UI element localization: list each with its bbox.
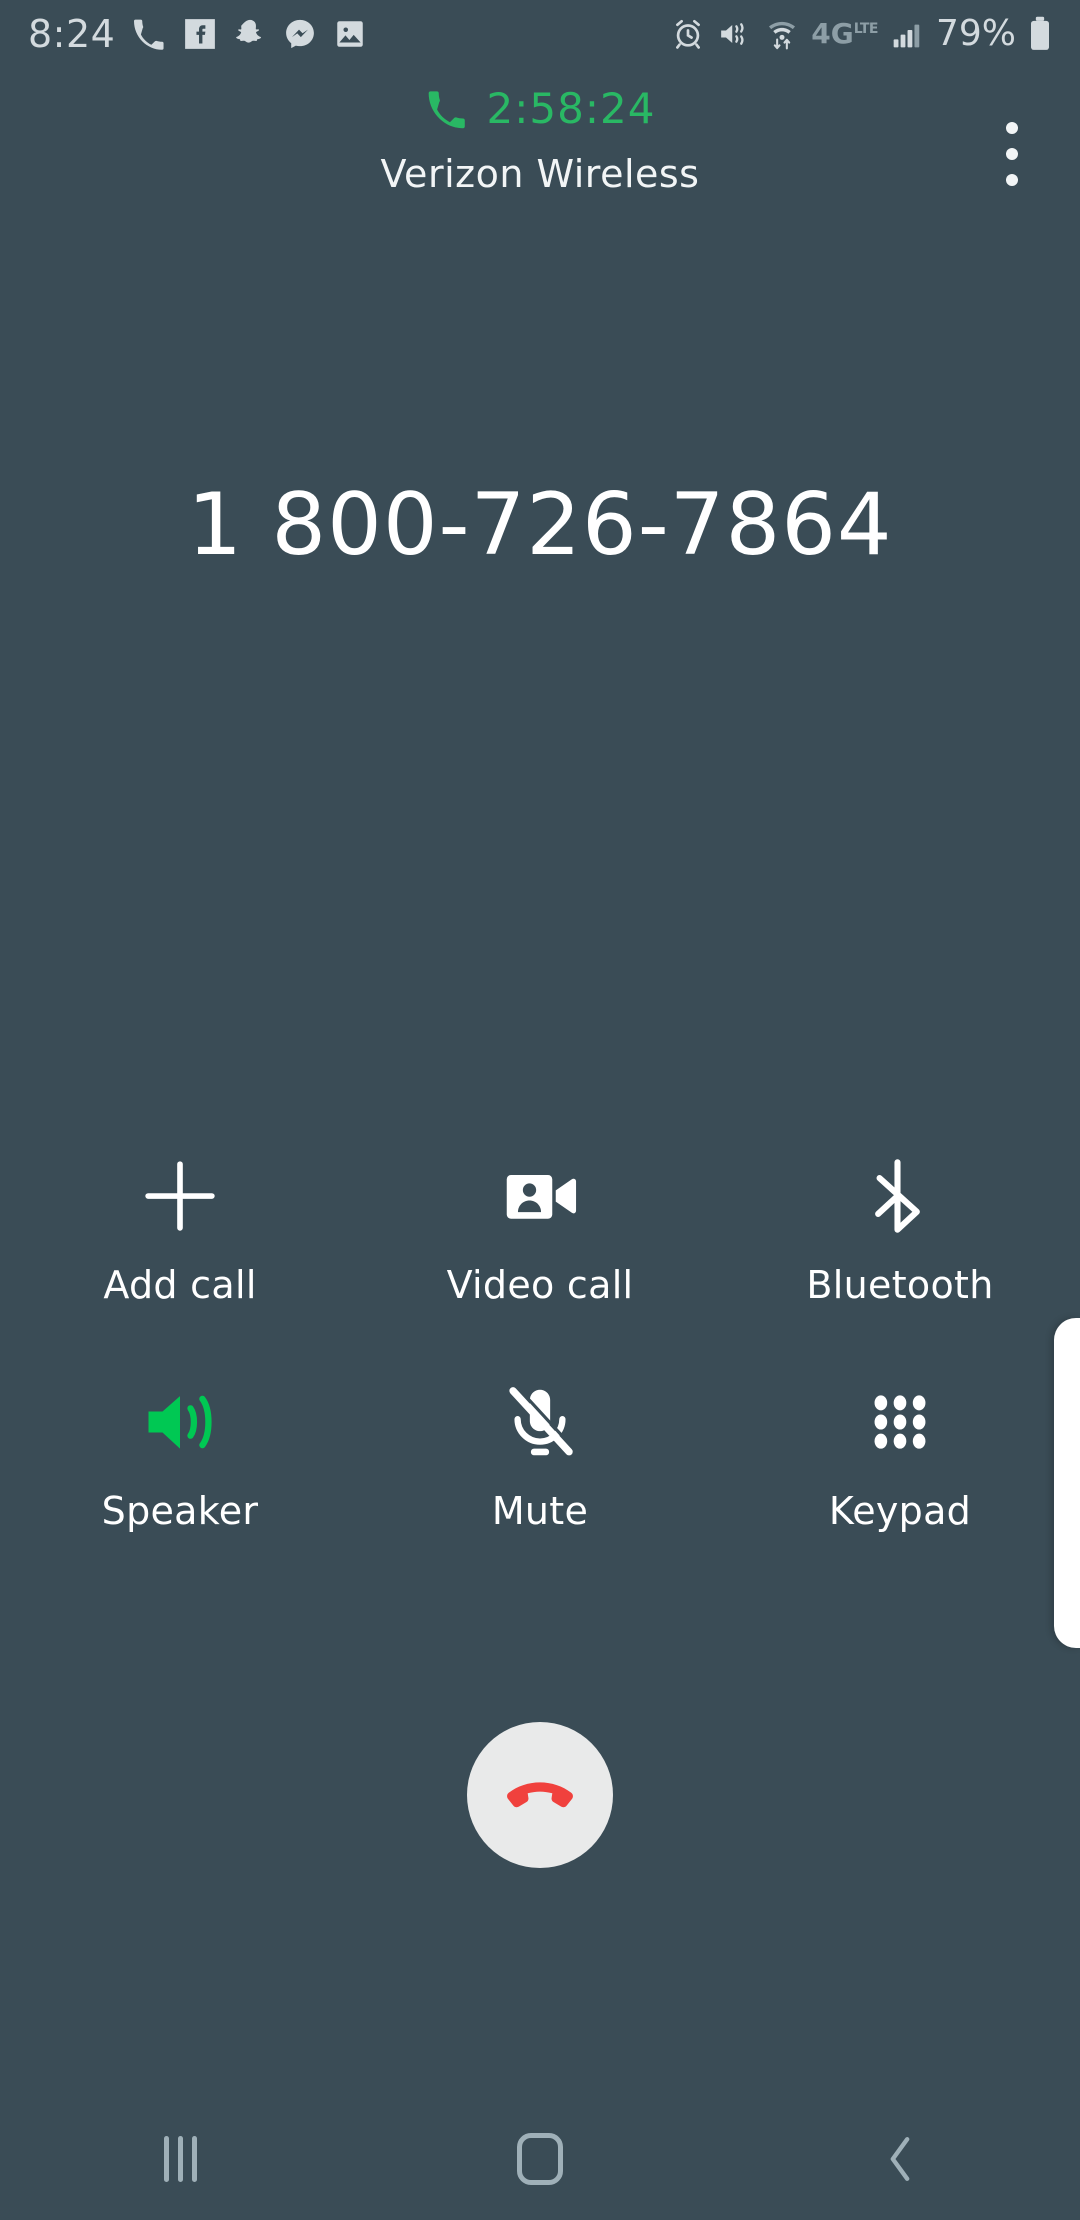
call-header: 2:58:24 Verizon Wireless (0, 78, 1080, 197)
add-call-button[interactable]: Add call (0, 1148, 360, 1304)
back-icon (890, 2137, 910, 2181)
status-bar: 8:24 4G LTE 79% (0, 0, 1080, 68)
mute-label: Mute (491, 1489, 589, 1533)
keypad-label: Keypad (828, 1489, 972, 1533)
overflow-dot-2 (1006, 148, 1018, 160)
wifi-icon (769, 21, 796, 50)
network-type-label: 4G (811, 17, 854, 50)
status-bar-right: 4G LTE 79% (671, 16, 1052, 52)
speaker-icon (0, 1374, 360, 1470)
call-duration: 2:58:24 (486, 84, 656, 133)
status-bar-left: 8:24 (28, 15, 367, 53)
speaker-button[interactable]: Speaker (0, 1374, 360, 1530)
network-type-sub-label: LTE (853, 21, 879, 37)
recents-icon (163, 2136, 197, 2182)
signal-bars-icon (893, 24, 920, 48)
call-actions-grid: Add call Video call Bluetooth Speaker Mu… (0, 1148, 1080, 1530)
nav-recents-button[interactable] (0, 2098, 360, 2220)
active-call-icon (428, 91, 465, 129)
overflow-dot-3 (1006, 174, 1018, 186)
facebook-icon (185, 19, 216, 49)
carrier-name: Verizon Wireless (380, 152, 700, 196)
bluetooth-icon (720, 1148, 1080, 1244)
messenger-icon (286, 19, 315, 49)
nav-home-button[interactable] (360, 2098, 720, 2220)
call-actions-row-1: Add call Video call Bluetooth (0, 1148, 1080, 1304)
vibrate-icon (721, 23, 744, 45)
gallery-icon (337, 21, 364, 47)
add-call-icon (0, 1148, 360, 1244)
phone-number: 1 800-726-7864 (187, 475, 893, 575)
status-clock: 8:24 (28, 12, 116, 56)
video-call-icon (360, 1148, 720, 1244)
battery-percent-label: 79% (935, 13, 1016, 54)
nav-back-button[interactable] (720, 2098, 1080, 2220)
battery-icon (1031, 16, 1049, 50)
network-type-icon: 4G LTE (811, 20, 878, 48)
bluetooth-label: Bluetooth (806, 1263, 994, 1307)
video-call-button[interactable]: Video call (360, 1148, 720, 1304)
keypad-button[interactable]: Keypad (720, 1374, 1080, 1530)
navigation-bar (0, 2098, 1080, 2220)
phone-call-icon (134, 19, 164, 50)
keypad-icon (720, 1374, 1080, 1470)
end-call-icon (507, 1782, 573, 1808)
call-duration-row: 2:58:24 (425, 78, 656, 140)
speaker-label: Speaker (101, 1489, 259, 1533)
home-icon (517, 2133, 563, 2185)
mute-button[interactable]: Mute (360, 1374, 720, 1530)
end-call-button[interactable] (467, 1722, 613, 1868)
add-call-label: Add call (103, 1263, 257, 1307)
video-call-label: Video call (446, 1263, 634, 1307)
alarm-icon (676, 19, 701, 49)
call-actions-row-2: Speaker Mute Keypad (0, 1374, 1080, 1530)
in-call-screen: 8:24 4G LTE 79% 2:58:24 Verizon Wireless… (0, 0, 1080, 2220)
bluetooth-button[interactable]: Bluetooth (720, 1148, 1080, 1304)
overflow-menu-button[interactable] (1006, 122, 1018, 186)
mute-icon (360, 1374, 720, 1470)
snapchat-icon (236, 19, 262, 43)
overflow-dot-1 (1006, 122, 1018, 134)
